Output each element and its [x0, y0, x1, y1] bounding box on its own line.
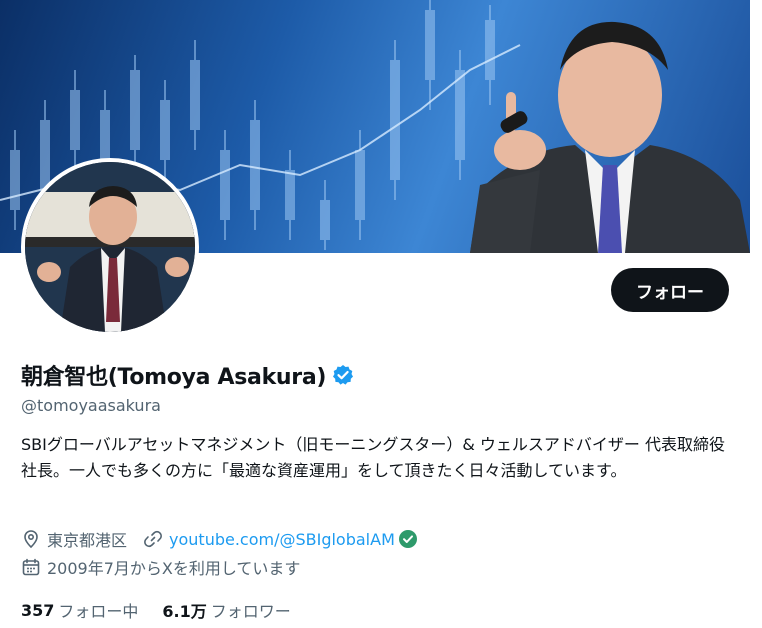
map-pin-icon: [24, 530, 38, 549]
verified-badge-icon[interactable]: [332, 364, 354, 386]
followers-label: フォロワー: [210, 602, 291, 621]
green-check-icon: [398, 530, 417, 548]
scrollbar-track[interactable]: [750, 0, 762, 628]
link-icon: [144, 530, 162, 548]
avatar-frame[interactable]: [21, 158, 199, 336]
calendar-icon: [22, 558, 40, 576]
profile-meta-row: 東京都港区 youtube.com/@SBIglobalAM: [21, 527, 417, 551]
user-handle: @tomoyaasakura: [21, 396, 161, 415]
following-label: フォロー中: [58, 602, 139, 621]
following-link[interactable]: 357 フォロー中: [21, 598, 138, 622]
following-count: 357: [21, 600, 55, 620]
avatar[interactable]: [25, 162, 195, 332]
followers-link[interactable]: 6.1万 フォロワー: [162, 598, 290, 622]
follow-button[interactable]: フォロー: [611, 268, 729, 312]
joined-row: 2009年7月からXを利用しています: [21, 555, 300, 579]
avatar-image: [25, 162, 195, 332]
follow-stats: 357 フォロー中 6.1万 フォロワー: [21, 598, 291, 622]
joined-text: 2009年7月からXを利用しています: [47, 559, 301, 578]
website-link[interactable]: youtube.com/@SBIglobalAM: [169, 530, 395, 549]
profile-bio: SBIグローバルアセットマネジメント（旧モーニングスター）& ウェルスアドバイザ…: [21, 435, 726, 480]
display-name: 朝倉智也(Tomoya Asakura): [21, 365, 327, 390]
location-text: 東京都港区: [47, 531, 128, 550]
followers-count: 6.1万: [162, 602, 207, 621]
name-row: 朝倉智也(Tomoya Asakura): [21, 359, 354, 391]
